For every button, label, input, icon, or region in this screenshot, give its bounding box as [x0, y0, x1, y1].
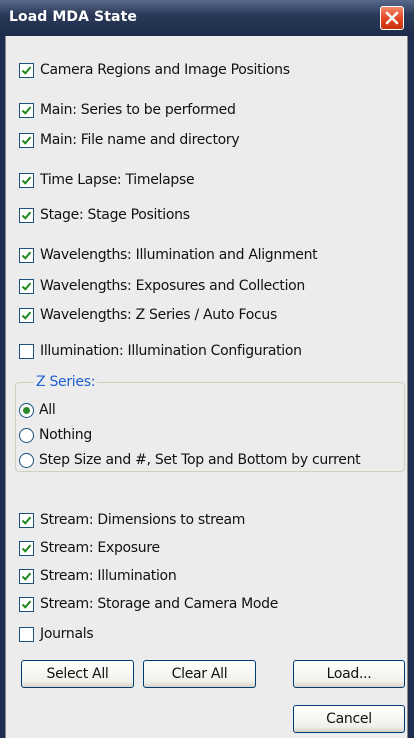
option-label: Wavelengths: Illumination and Alignment: [40, 247, 318, 263]
checkmark-icon: [21, 106, 32, 115]
checkbox[interactable]: [19, 596, 34, 612]
clear-all-button[interactable]: Clear All: [143, 660, 256, 688]
checkmark-icon: [21, 251, 32, 260]
radio-button[interactable]: [19, 427, 34, 443]
option-wavelengths-zseries[interactable]: Wavelengths: Z Series / Auto Focus: [19, 305, 277, 325]
cancel-button[interactable]: Cancel: [293, 705, 405, 733]
checkmark-icon: [21, 282, 32, 291]
option-label: Stream: Storage and Camera Mode: [40, 596, 279, 612]
checkbox[interactable]: [19, 172, 34, 188]
checkbox[interactable]: [19, 62, 34, 78]
option-stream-exposure[interactable]: Stream: Exposure: [19, 538, 160, 558]
checkbox[interactable]: [19, 626, 34, 642]
window-title: Load MDA State: [9, 9, 137, 25]
radio-z-nothing[interactable]: Nothing: [19, 425, 92, 445]
select-all-button[interactable]: Select All: [21, 660, 134, 688]
option-stage-positions[interactable]: Stage: Stage Positions: [19, 205, 190, 225]
option-wavelengths-exposures[interactable]: Wavelengths: Exposures and Collection: [19, 276, 305, 296]
checkbox[interactable]: [19, 540, 34, 556]
option-label: Main: File name and directory: [40, 132, 240, 148]
checkmark-icon: [21, 136, 32, 145]
checkmark-icon: [21, 516, 32, 525]
option-time-lapse[interactable]: Time Lapse: Timelapse: [19, 170, 195, 190]
option-label: Stream: Exposure: [40, 540, 160, 556]
close-icon: [385, 11, 399, 25]
checkmark-icon: [21, 572, 32, 581]
option-stream-storage[interactable]: Stream: Storage and Camera Mode: [19, 594, 278, 614]
radio-z-all[interactable]: All: [19, 400, 56, 420]
checkmark-icon: [21, 66, 32, 75]
option-label: Stage: Stage Positions: [40, 207, 190, 223]
radio-button[interactable]: [19, 452, 34, 468]
option-main-series[interactable]: Main: Series to be performed: [19, 100, 236, 120]
checkbox[interactable]: [19, 207, 34, 223]
checkbox[interactable]: [19, 512, 34, 528]
option-main-file[interactable]: Main: File name and directory: [19, 130, 240, 150]
z-series-title: Z Series:: [34, 374, 98, 390]
option-journals[interactable]: Journals: [19, 624, 94, 644]
load-mda-state-dialog: Load MDA State Camera Regions and Image …: [0, 0, 414, 738]
radio-button[interactable]: [19, 402, 34, 418]
checkbox[interactable]: [19, 132, 34, 148]
checkbox[interactable]: [19, 278, 34, 294]
radio-label: All: [39, 402, 56, 418]
option-label: Stream: Dimensions to stream: [40, 512, 246, 528]
option-label: Wavelengths: Exposures and Collection: [40, 278, 306, 294]
option-wavelengths-illumination[interactable]: Wavelengths: Illumination and Alignment: [19, 245, 318, 265]
checkmark-icon: [21, 211, 32, 220]
option-stream-dimensions[interactable]: Stream: Dimensions to stream: [19, 510, 245, 530]
checkmark-icon: [21, 311, 32, 320]
option-label: Main: Series to be performed: [40, 102, 236, 118]
load-button[interactable]: Load...: [293, 660, 405, 688]
window-frame-right: [408, 36, 414, 738]
option-label: Wavelengths: Z Series / Auto Focus: [40, 307, 277, 323]
radio-z-step-size[interactable]: Step Size and #, Set Top and Bottom by c…: [19, 450, 361, 470]
option-illumination-config[interactable]: Illumination: Illumination Configuration: [19, 341, 302, 361]
checkbox[interactable]: [19, 568, 34, 584]
checkbox[interactable]: [19, 102, 34, 118]
checkbox[interactable]: [19, 247, 34, 263]
radio-selected-dot: [23, 406, 30, 414]
checkbox[interactable]: [19, 307, 34, 323]
checkmark-icon: [21, 544, 32, 553]
radio-label: Step Size and #, Set Top and Bottom by c…: [39, 452, 361, 468]
title-bar: Load MDA State: [0, 0, 414, 37]
checkmark-icon: [21, 600, 32, 609]
option-label: Journals: [40, 626, 94, 642]
option-stream-illumination[interactable]: Stream: Illumination: [19, 566, 177, 586]
option-label: Time Lapse: Timelapse: [40, 172, 195, 188]
option-label: Stream: Illumination: [40, 568, 177, 584]
checkmark-icon: [21, 176, 32, 185]
option-label: Illumination: Illumination Configuration: [40, 343, 302, 359]
option-camera-regions[interactable]: Camera Regions and Image Positions: [19, 60, 290, 80]
radio-label: Nothing: [39, 427, 92, 443]
checkbox[interactable]: [19, 343, 34, 359]
option-label: Camera Regions and Image Positions: [40, 62, 290, 78]
close-button[interactable]: [380, 6, 404, 30]
